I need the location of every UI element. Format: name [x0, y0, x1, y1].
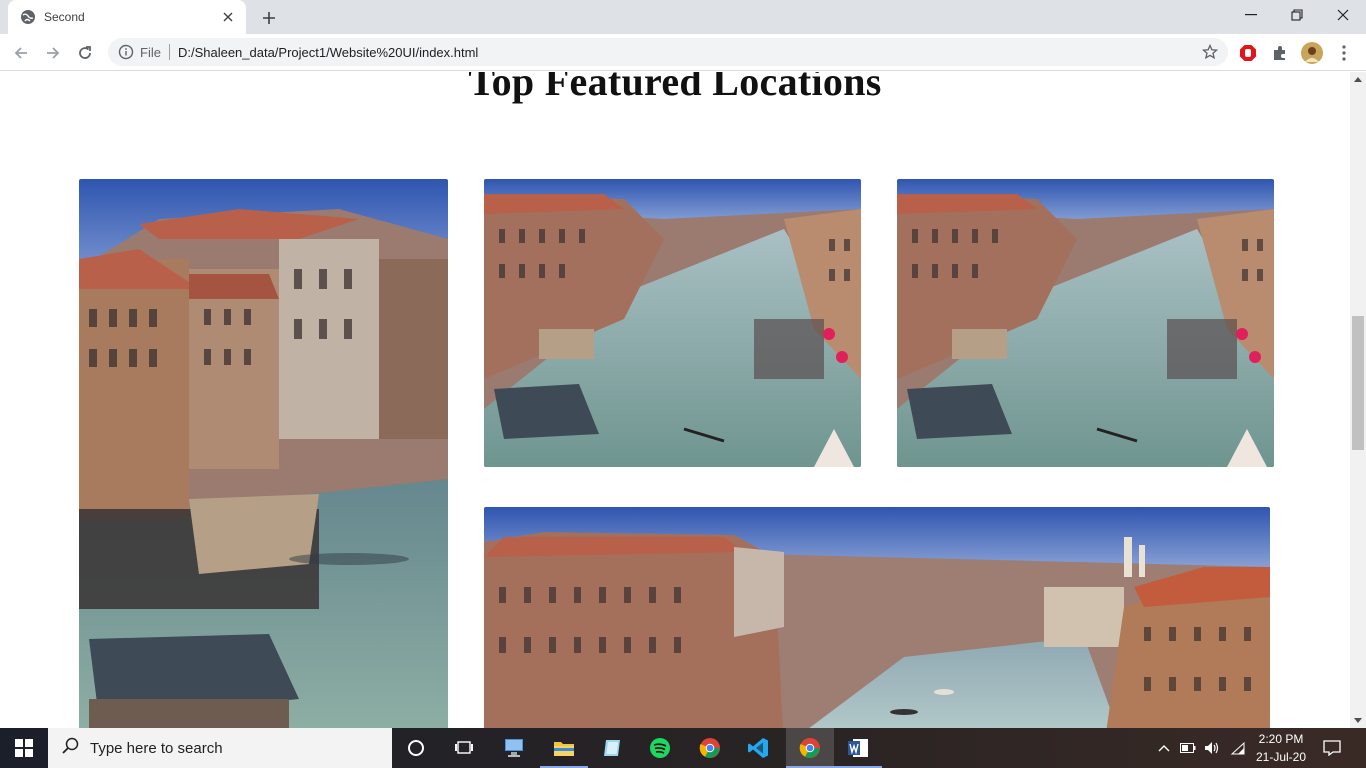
scroll-up-icon[interactable]: [1350, 72, 1366, 86]
adblock-icon[interactable]: [1237, 42, 1259, 64]
reload-icon[interactable]: [72, 40, 98, 66]
restore-icon[interactable]: [1274, 0, 1320, 30]
minimize-icon[interactable]: [1228, 0, 1274, 30]
file-explorer-icon[interactable]: [540, 728, 588, 768]
url-text[interactable]: D:/Shaleen_data/Project1/Website%20UI/in…: [178, 45, 1200, 60]
globe-icon: [20, 9, 36, 25]
info-icon[interactable]: [118, 44, 134, 60]
browser-tab[interactable]: Second: [8, 0, 246, 34]
task-view-icon[interactable]: [440, 728, 488, 768]
windows-taskbar: Type here to search 2:20 PM 21-Jul-20: [0, 728, 1366, 768]
location-image-1[interactable]: [79, 179, 448, 728]
page-title: Top Featured Locations: [468, 72, 882, 104]
chrome-icon[interactable]: [686, 728, 734, 768]
back-icon[interactable]: [8, 40, 34, 66]
tab-title: Second: [44, 10, 85, 24]
computer-icon[interactable]: [490, 728, 538, 768]
address-prefix: File: [140, 44, 161, 60]
scroll-thumb[interactable]: [1352, 316, 1364, 450]
plus-icon[interactable]: [258, 7, 280, 29]
menu-icon[interactable]: [1333, 42, 1355, 64]
clock-time: 2:20 PM: [1258, 732, 1304, 746]
puzzle-icon[interactable]: [1269, 42, 1291, 64]
location-image-3[interactable]: [897, 179, 1274, 467]
location-image-2[interactable]: [484, 179, 861, 467]
chrome-window-icon[interactable]: [786, 728, 834, 768]
clock-date: 21-Jul-20: [1255, 750, 1307, 764]
system-clock[interactable]: 2:20 PM 21-Jul-20: [1250, 730, 1312, 766]
address-bar[interactable]: File D:/Shaleen_data/Project1/Website%20…: [108, 38, 1228, 66]
close-icon[interactable]: [220, 9, 236, 25]
spotify-icon[interactable]: [636, 728, 684, 768]
search-icon: [62, 737, 80, 759]
battery-icon[interactable]: [1178, 738, 1198, 758]
browser-toolbar: File D:/Shaleen_data/Project1/Website%20…: [0, 34, 1366, 71]
volume-icon[interactable]: [1202, 738, 1222, 758]
vertical-scrollbar[interactable]: [1350, 72, 1366, 728]
scroll-down-icon[interactable]: [1350, 714, 1366, 728]
word-icon[interactable]: [834, 728, 882, 768]
wifi-icon[interactable]: [1228, 738, 1248, 758]
cortana-icon[interactable]: [392, 728, 440, 768]
window-close-icon[interactable]: [1320, 0, 1366, 30]
avatar[interactable]: [1301, 42, 1323, 64]
windows-icon[interactable]: [0, 728, 48, 768]
page-viewport: Top Featured Locations: [0, 72, 1350, 728]
tab-strip: Second: [0, 0, 1366, 34]
chevron-up-icon[interactable]: [1154, 738, 1174, 758]
location-image-4[interactable]: [484, 507, 1270, 728]
address-separator: [168, 44, 170, 60]
vscode-icon[interactable]: [734, 728, 782, 768]
taskbar-search[interactable]: Type here to search: [48, 728, 392, 768]
notifications-icon[interactable]: [1322, 738, 1342, 758]
search-placeholder: Type here to search: [90, 739, 223, 757]
forward-icon[interactable]: [40, 40, 66, 66]
notes-app-icon[interactable]: [588, 728, 636, 768]
star-icon[interactable]: [1200, 42, 1220, 62]
